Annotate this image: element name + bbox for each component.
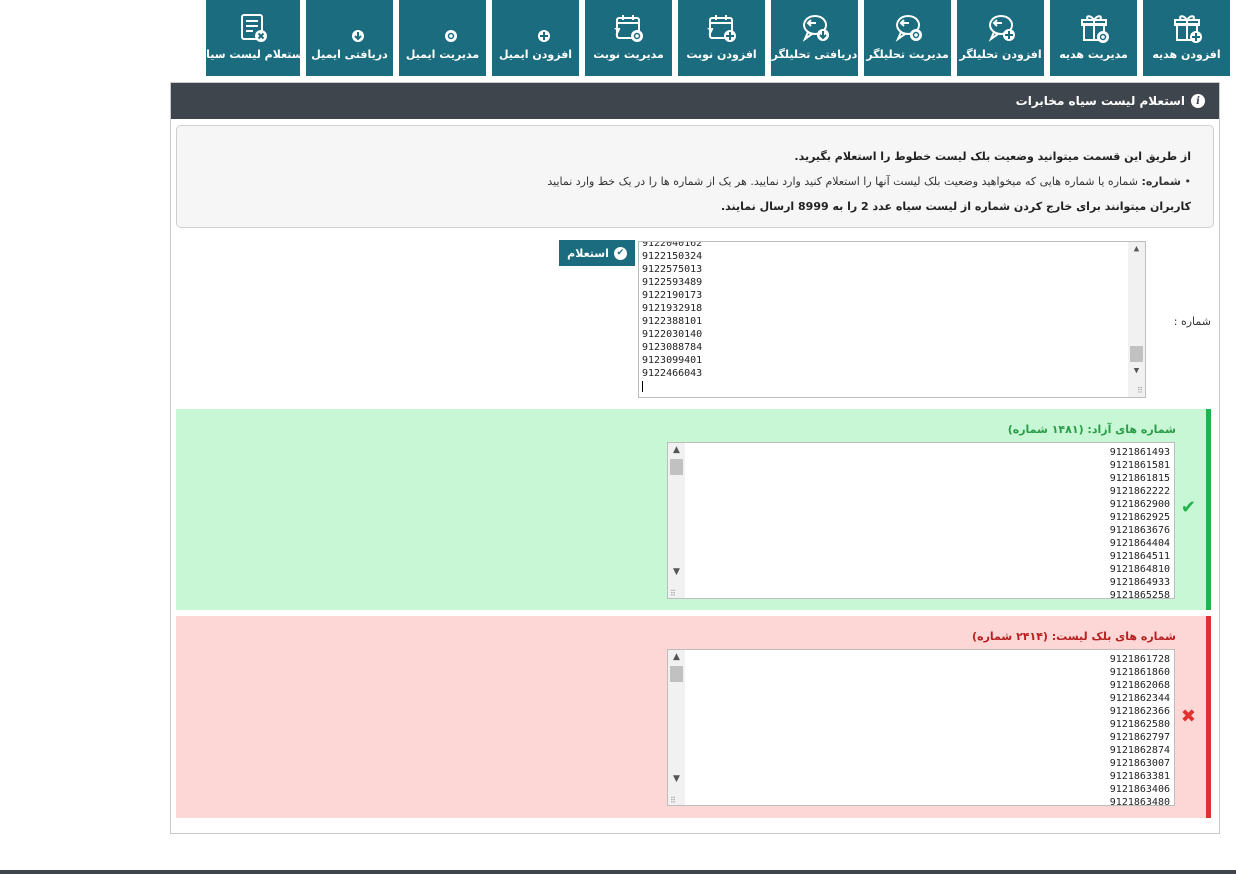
chat-gear-icon xyxy=(895,15,922,42)
scroll-up-icon[interactable]: ▲ xyxy=(668,443,685,457)
blocked-numbers-textarea[interactable]: 9121861728 9121861860 9121862068 9121862… xyxy=(667,649,1175,806)
blocked-numbers-box: شماره های بلک لیست: (۲۴۱۴ شماره) ✖ 91218… xyxy=(176,616,1211,818)
svg-text:@: @ xyxy=(521,14,522,42)
numbers-input[interactable]: 9122040162 9122150324 9122575013 9122593… xyxy=(638,241,1146,398)
calendar-gear-icon: 7 xyxy=(614,15,643,42)
text-caret xyxy=(642,380,643,393)
add-gift-button[interactable]: افزودن هدیه xyxy=(1143,0,1230,76)
gift-gear-icon xyxy=(1080,15,1109,43)
add-analyst-button[interactable]: افزودن تحلیلگر xyxy=(957,0,1044,76)
footer-bar xyxy=(0,870,1236,874)
blacklist-query-button[interactable]: استعلام لیست سیاه xyxy=(200,0,306,76)
received-email-label: دریافتی ایمیل xyxy=(311,48,388,61)
help-line-3: کاربران میتوانند برای خارج کردن شماره از… xyxy=(720,200,1191,213)
scroll-down-icon[interactable]: ▼ xyxy=(668,565,685,579)
scroll-up-icon[interactable]: ▲ xyxy=(668,650,685,664)
svg-text:@: @ xyxy=(335,14,336,42)
blocked-numbers-scrollbar[interactable]: ▲ ▼ xyxy=(668,650,685,805)
add-email-label: افزودن ایمیل xyxy=(498,48,573,61)
free-numbers-textarea[interactable]: 9121861493 9121861581 9121861815 9121862… xyxy=(667,442,1175,599)
chat-download-icon xyxy=(802,15,829,42)
manage-gift-button[interactable]: مدیریت هدیه xyxy=(1050,0,1137,76)
help-box: از طریق این قسمت میتوانید وضعیت بلک لیست… xyxy=(176,125,1214,228)
at-plus-icon: @ xyxy=(521,14,550,42)
manage-email-button[interactable]: @ مدیریت ایمیل xyxy=(399,0,486,76)
received-email-button[interactable]: @ دریافتی ایمیل xyxy=(306,0,393,76)
scroll-thumb[interactable] xyxy=(670,459,683,475)
add-appointment-button[interactable]: 7 افزودن نوبت xyxy=(678,0,765,76)
resize-grip-icon[interactable]: ⠿ xyxy=(1137,384,1143,397)
gift-plus-icon xyxy=(1173,15,1202,43)
check-icon: ✔ xyxy=(1180,497,1196,518)
help-line-1: از طریق این قسمت میتوانید وضعیت بلک لیست… xyxy=(794,150,1191,163)
help-number-desc: شماره یا شماره هایی که میخواهید وضعیت بل… xyxy=(547,175,1142,188)
free-numbers-box: شماره های آزاد: (۱۴۸۱ شماره) ✔ 912186149… xyxy=(176,409,1211,610)
svg-text:7: 7 xyxy=(614,27,621,38)
numbers-input-scrollbar[interactable]: ▲ ▼ xyxy=(1128,242,1145,397)
manage-analyst-label: مدیریت تحلیلگر xyxy=(866,48,949,61)
free-numbers-text: 9121861493 9121861581 9121861815 9121862… xyxy=(1109,447,1170,599)
check-circle-icon: ✔ xyxy=(613,246,627,260)
add-appointment-label: افزودن نوبت xyxy=(686,48,757,61)
resize-grip-icon[interactable]: ⠿ xyxy=(670,589,676,598)
blacklist-query-label: استعلام لیست سیاه xyxy=(199,48,307,61)
scroll-down-icon[interactable]: ▼ xyxy=(668,772,685,786)
free-numbers-scrollbar[interactable]: ▲ ▼ xyxy=(668,443,685,598)
scroll-down-icon[interactable]: ▼ xyxy=(1128,364,1145,378)
manage-email-label: مدیریت ایمیل xyxy=(405,48,480,61)
svg-text:7: 7 xyxy=(707,27,714,38)
manage-gift-label: مدیریت هدیه xyxy=(1059,48,1128,61)
blacklist-panel: i استعلام لیست سیاه مخابرات از طریق این … xyxy=(170,82,1220,834)
manage-analyst-button[interactable]: مدیریت تحلیلگر xyxy=(864,0,951,76)
help-line-2: • شماره: شماره یا شماره هایی که میخواهید… xyxy=(547,175,1191,188)
top-toolbar: افزودن هدیه مدیریت هدیه افزودن تحلیلگر م… xyxy=(200,0,1230,76)
at-gear-icon: @ xyxy=(428,14,457,42)
number-field-label: شماره : xyxy=(1173,315,1211,328)
received-analyst-button[interactable]: دریافتی تحلیلگر xyxy=(771,0,858,76)
scroll-thumb[interactable] xyxy=(1130,346,1143,362)
numbers-input-text: 9122040162 9122150324 9122575013 9122593… xyxy=(642,241,703,379)
panel-header: i استعلام لیست سیاه مخابرات xyxy=(171,83,1219,119)
scroll-thumb[interactable] xyxy=(670,666,683,682)
help-number-term: شماره: xyxy=(1141,175,1181,188)
close-icon: ✖ xyxy=(1180,706,1196,727)
calendar-plus-icon: 7 xyxy=(707,15,736,42)
received-analyst-label: دریافتی تحلیلگر xyxy=(771,48,858,61)
resize-grip-icon[interactable]: ⠿ xyxy=(670,796,676,805)
query-button[interactable]: ✔ استعلام xyxy=(559,240,635,266)
blocked-numbers-title: شماره های بلک لیست: (۲۴۱۴ شماره) xyxy=(972,630,1176,643)
blocked-numbers-text: 9121861728 9121861860 9121862068 9121862… xyxy=(1109,654,1170,806)
add-analyst-label: افزودن تحلیلگر xyxy=(959,48,1042,61)
list-x-icon xyxy=(241,14,267,42)
add-email-button[interactable]: @ افزودن ایمیل xyxy=(492,0,579,76)
info-icon: i xyxy=(1191,94,1205,108)
chat-plus-icon xyxy=(988,15,1015,42)
free-numbers-title: شماره های آزاد: (۱۴۸۱ شماره) xyxy=(1007,423,1176,436)
panel-title: استعلام لیست سیاه مخابرات xyxy=(1015,94,1185,108)
add-gift-label: افزودن هدیه xyxy=(1152,48,1221,61)
scroll-up-icon[interactable]: ▲ xyxy=(1128,242,1145,256)
svg-text:@: @ xyxy=(428,14,429,42)
manage-appointment-button[interactable]: 7 مدیریت نوبت xyxy=(585,0,672,76)
manage-appointment-label: مدیریت نوبت xyxy=(593,48,664,61)
at-download-icon: @ xyxy=(335,14,364,42)
query-button-label: استعلام xyxy=(567,246,609,260)
